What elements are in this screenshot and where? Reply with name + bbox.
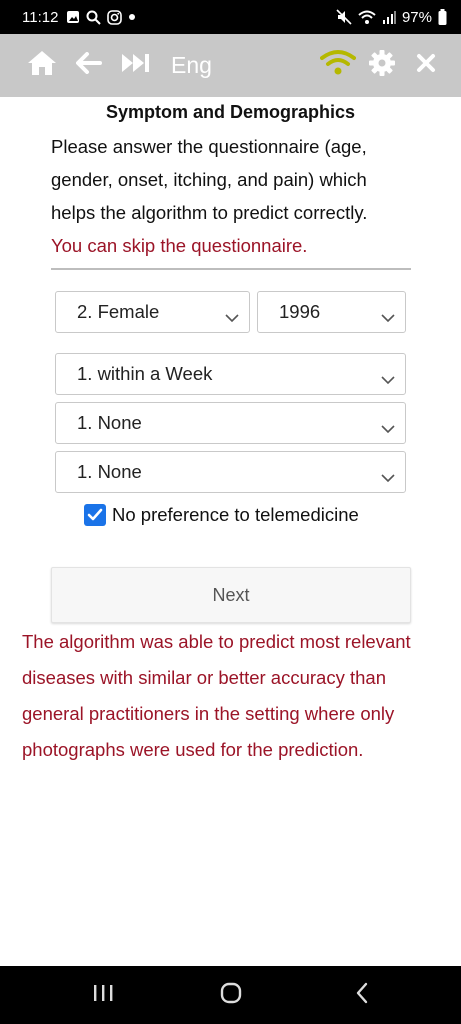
next-button[interactable]: Next	[51, 567, 411, 623]
settings-button[interactable]	[367, 34, 397, 97]
intro-paragraph: Please answer the questionnaire (age, ge…	[51, 136, 368, 223]
telemedicine-option: No preference to telemedicine	[84, 504, 359, 526]
home-icon	[27, 50, 57, 81]
divider	[51, 268, 411, 270]
app-toolbar: Eng	[0, 34, 461, 97]
algorithm-disclaimer: The algorithm was able to predict most r…	[22, 631, 411, 760]
chevron-down-icon	[381, 306, 395, 328]
language-selector[interactable]: Eng	[171, 52, 212, 79]
itching-select[interactable]: 1. None	[55, 402, 406, 444]
wifi-status-icon	[358, 10, 376, 25]
onset-select[interactable]: 1. within a Week	[55, 353, 406, 395]
wifi-icon	[320, 49, 356, 82]
signal-icon	[382, 10, 396, 24]
pain-select[interactable]: 1. None	[55, 451, 406, 493]
gender-select-value: 2. Female	[77, 301, 160, 322]
home-nav-button[interactable]	[211, 966, 251, 1024]
skip-forward-icon	[121, 53, 151, 78]
itching-select-value: 1. None	[77, 412, 142, 433]
birth-year-select-value: 1996	[279, 301, 321, 322]
chevron-down-icon	[381, 417, 395, 439]
skip-note: You can skip the questionnaire.	[51, 235, 308, 256]
gear-icon	[369, 50, 395, 81]
chevron-down-icon	[381, 368, 395, 390]
telemedicine-label[interactable]: No preference to telemedicine	[112, 504, 359, 526]
mute-icon	[336, 9, 352, 25]
home-nav-icon	[219, 981, 243, 1010]
system-nav-bar	[0, 966, 461, 1024]
search-icon	[86, 10, 102, 25]
telemedicine-checkbox[interactable]	[84, 504, 106, 526]
gender-select[interactable]: 2. Female	[55, 291, 250, 333]
connection-indicator	[318, 34, 358, 97]
page-title: Symptom and Demographics	[105, 102, 356, 122]
status-time: 11:12	[22, 8, 59, 26]
chevron-down-icon	[225, 306, 239, 328]
recent-apps-icon	[92, 983, 114, 1008]
pain-select-value: 1. None	[77, 461, 142, 482]
back-button[interactable]	[74, 34, 104, 97]
recent-apps-button[interactable]	[83, 966, 123, 1024]
chevron-down-icon	[381, 466, 395, 488]
birth-year-select[interactable]: 1996	[257, 291, 406, 333]
back-arrow-icon	[76, 52, 102, 79]
close-icon	[416, 53, 436, 78]
back-nav-icon	[354, 982, 370, 1009]
instagram-icon	[107, 9, 123, 25]
battery-icon	[438, 9, 447, 25]
intro-text: Please answer the questionnaire (age, ge…	[51, 130, 411, 262]
gallery-icon	[66, 10, 80, 24]
back-nav-button[interactable]	[342, 966, 382, 1024]
status-bar: 11:12 97%	[0, 0, 461, 34]
onset-select-value: 1. within a Week	[77, 363, 213, 384]
dot-icon	[128, 13, 136, 21]
home-button[interactable]	[25, 34, 59, 97]
close-button[interactable]	[412, 34, 440, 97]
skip-button[interactable]	[119, 34, 153, 97]
battery-percent: 97%	[401, 8, 432, 26]
